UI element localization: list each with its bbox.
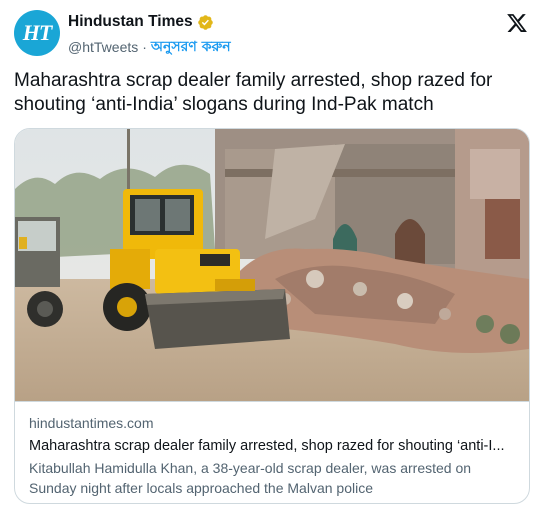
card-domain: hindustantimes.com [29,415,154,431]
x-logo-icon[interactable] [506,12,528,34]
avatar-logo-text: HT [22,20,53,45]
tweet-text: Maharashtra scrap dealer family arrested… [14,70,493,115]
author-name-row: Hindustan Times [68,13,214,31]
news-photo-image [15,129,529,401]
card-meta: hindustantimes.com Maharashtra scrap dea… [15,401,529,503]
follow-button[interactable]: অনুসরণ করুন [151,35,231,59]
author-display-name[interactable]: Hindustan Times [68,13,193,31]
tweet-header: HT Hindustan Times @htTweets · অনুসরণ কর… [14,10,528,56]
card-description: Kitabullah Hamidulla Khan, a 38-year-old… [29,460,472,496]
card-title[interactable]: Maharashtra scrap dealer family arrested… [29,436,515,456]
verified-badge-icon [197,14,213,30]
separator-dot: · [142,39,147,55]
author-avatar[interactable]: HT [14,10,60,56]
author-handle-row: @htTweets · অনুসরণ করুন [68,35,231,59]
link-preview-card[interactable]: hindustantimes.com Maharashtra scrap dea… [14,128,530,504]
author-handle[interactable]: @htTweets [68,39,138,55]
